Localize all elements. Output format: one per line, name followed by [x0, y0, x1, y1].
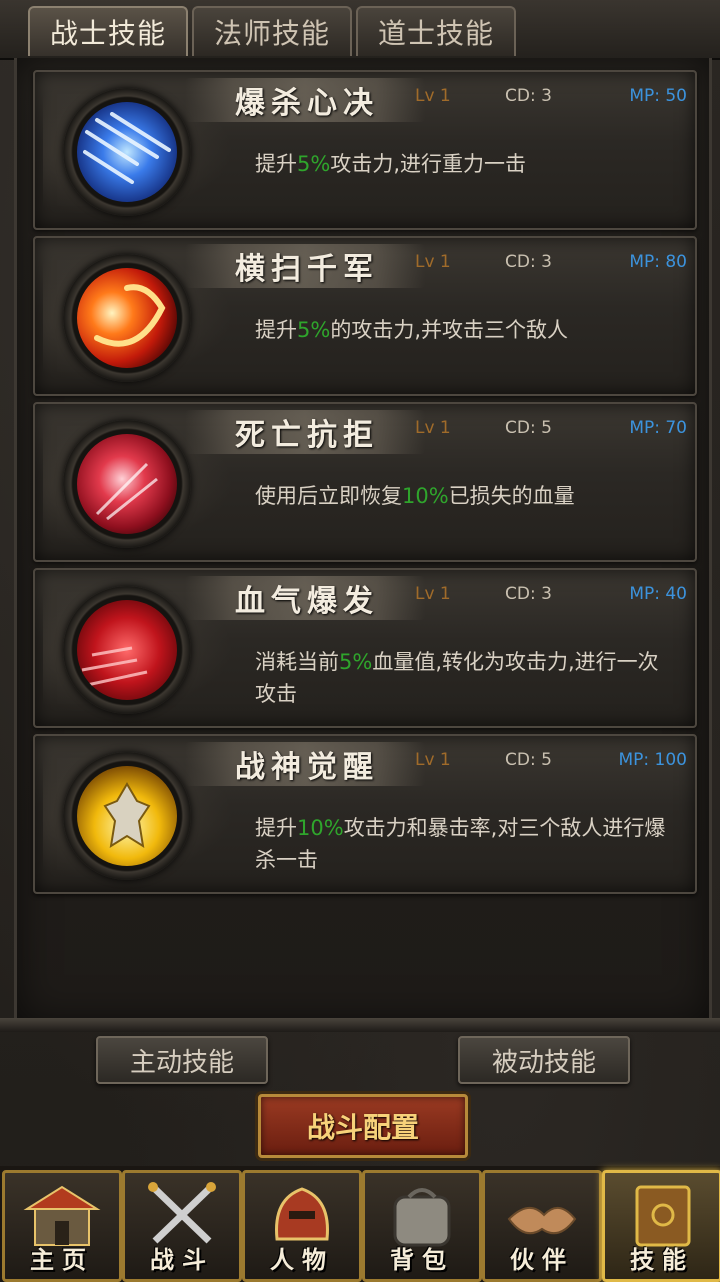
- passive-skills-button[interactable]: 被动技能: [458, 1036, 630, 1084]
- skill-description: 消耗当前5%血量值,转化为攻击力,进行一次攻击: [255, 650, 659, 706]
- skill-book-icon: [635, 1185, 691, 1247]
- red-burst-icon: [77, 434, 177, 534]
- skill-icon-frame: [63, 420, 191, 548]
- skill-name: 战神觉醒: [235, 750, 379, 785]
- tab-warrior-skills[interactable]: 战士技能: [28, 6, 188, 56]
- bag-icon: [393, 1188, 451, 1247]
- skill-icon-frame: [63, 752, 191, 880]
- tab-taoist-skills[interactable]: 道士技能: [356, 6, 516, 56]
- blood-surge-icon: [77, 600, 177, 700]
- palace-icon: [23, 1185, 101, 1246]
- tab-mage-skills[interactable]: 法师技能: [192, 6, 352, 56]
- skill-list-panel: 爆杀心决 Lv 1 CD: 3 MP: 50 提升5%攻击力,进行重力一击 横扫…: [14, 58, 712, 1025]
- skill-card[interactable]: 战神觉醒 Lv 1 CD: 5 MP: 100 提升10%攻击力和暴击率,对三个…: [33, 734, 697, 894]
- skill-name: 爆杀心决: [235, 86, 379, 121]
- nav-partner[interactable]: 伙伴: [482, 1170, 602, 1282]
- battle-config-button[interactable]: 战斗配置: [258, 1094, 468, 1158]
- skill-mana-cost: MP: 40: [629, 584, 687, 604]
- nav-battle[interactable]: 战斗: [122, 1170, 242, 1282]
- nav-label: 人物: [270, 1246, 334, 1274]
- crossed-swords-icon: [148, 1182, 216, 1244]
- nav-label: 技能: [630, 1246, 694, 1274]
- skill-level: Lv 1: [415, 418, 451, 438]
- nav-character[interactable]: 人物: [242, 1170, 362, 1282]
- skill-icon-frame: [63, 88, 191, 216]
- skill-icon-frame: [63, 586, 191, 714]
- skill-icon-frame: [63, 254, 191, 382]
- skill-level: Lv 1: [415, 86, 451, 106]
- blue-slash-icon: [77, 102, 177, 202]
- skill-mana-cost: MP: 50: [629, 86, 687, 106]
- active-skills-button[interactable]: 主动技能: [96, 1036, 268, 1084]
- skill-description: 提升5%攻击力,进行重力一击: [255, 152, 527, 176]
- game-screen: 战士技能 法师技能 道士技能 爆杀心决 Lv 1 CD: 3 MP: 50 提升…: [0, 0, 720, 1282]
- skill-cooldown: CD: 3: [505, 86, 552, 106]
- fire-sweep-icon: [77, 268, 177, 368]
- skill-level: Lv 1: [415, 252, 451, 272]
- skill-description: 提升5%的攻击力,并攻击三个敌人: [255, 318, 569, 342]
- skill-cooldown: CD: 5: [505, 418, 552, 438]
- bottom-nav-bar: 主页 战斗 人物 背包 伙伴 技能: [0, 1166, 720, 1282]
- skill-level: Lv 1: [415, 750, 451, 770]
- skill-description: 提升10%攻击力和暴击率,对三个敌人进行爆杀一击: [255, 816, 666, 872]
- skill-mana-cost: MP: 70: [629, 418, 687, 438]
- skill-name: 死亡抗拒: [235, 418, 379, 453]
- nav-label: 伙伴: [510, 1246, 574, 1274]
- panel-bottom-border: [0, 1018, 720, 1032]
- skill-cooldown: CD: 3: [505, 584, 552, 604]
- skill-mana-cost: MP: 100: [618, 750, 688, 770]
- nav-label: 战斗: [150, 1246, 214, 1274]
- skill-cooldown: CD: 5: [505, 750, 552, 770]
- skill-mana-cost: MP: 80: [629, 252, 687, 272]
- skill-name: 横扫千军: [235, 252, 379, 287]
- skill-card[interactable]: 横扫千军 Lv 1 CD: 3 MP: 80 提升5%的攻击力,并攻击三个敌人: [33, 236, 697, 396]
- helmet-icon: [275, 1187, 329, 1241]
- handshake-icon: [507, 1207, 577, 1235]
- skill-description: 使用后立即恢复10%已损失的血量: [255, 484, 575, 508]
- class-tab-bar: 战士技能 法师技能 道士技能: [0, 0, 720, 60]
- nav-home[interactable]: 主页: [2, 1170, 122, 1282]
- nav-skills[interactable]: 技能: [602, 1170, 720, 1282]
- skill-card[interactable]: 爆杀心决 Lv 1 CD: 3 MP: 50 提升5%攻击力,进行重力一击: [33, 70, 697, 230]
- golden-warrior-icon: [77, 766, 177, 866]
- skill-card[interactable]: 血气爆发 Lv 1 CD: 3 MP: 40 消耗当前5%血量值,转化为攻击力,…: [33, 568, 697, 728]
- nav-backpack[interactable]: 背包: [362, 1170, 482, 1282]
- skill-card[interactable]: 死亡抗拒 Lv 1 CD: 5 MP: 70 使用后立即恢复10%已损失的血量: [33, 402, 697, 562]
- skill-level: Lv 1: [415, 584, 451, 604]
- nav-label: 背包: [390, 1246, 454, 1274]
- skill-cooldown: CD: 3: [505, 252, 552, 272]
- skill-name: 血气爆发: [235, 584, 379, 619]
- nav-label: 主页: [30, 1246, 94, 1274]
